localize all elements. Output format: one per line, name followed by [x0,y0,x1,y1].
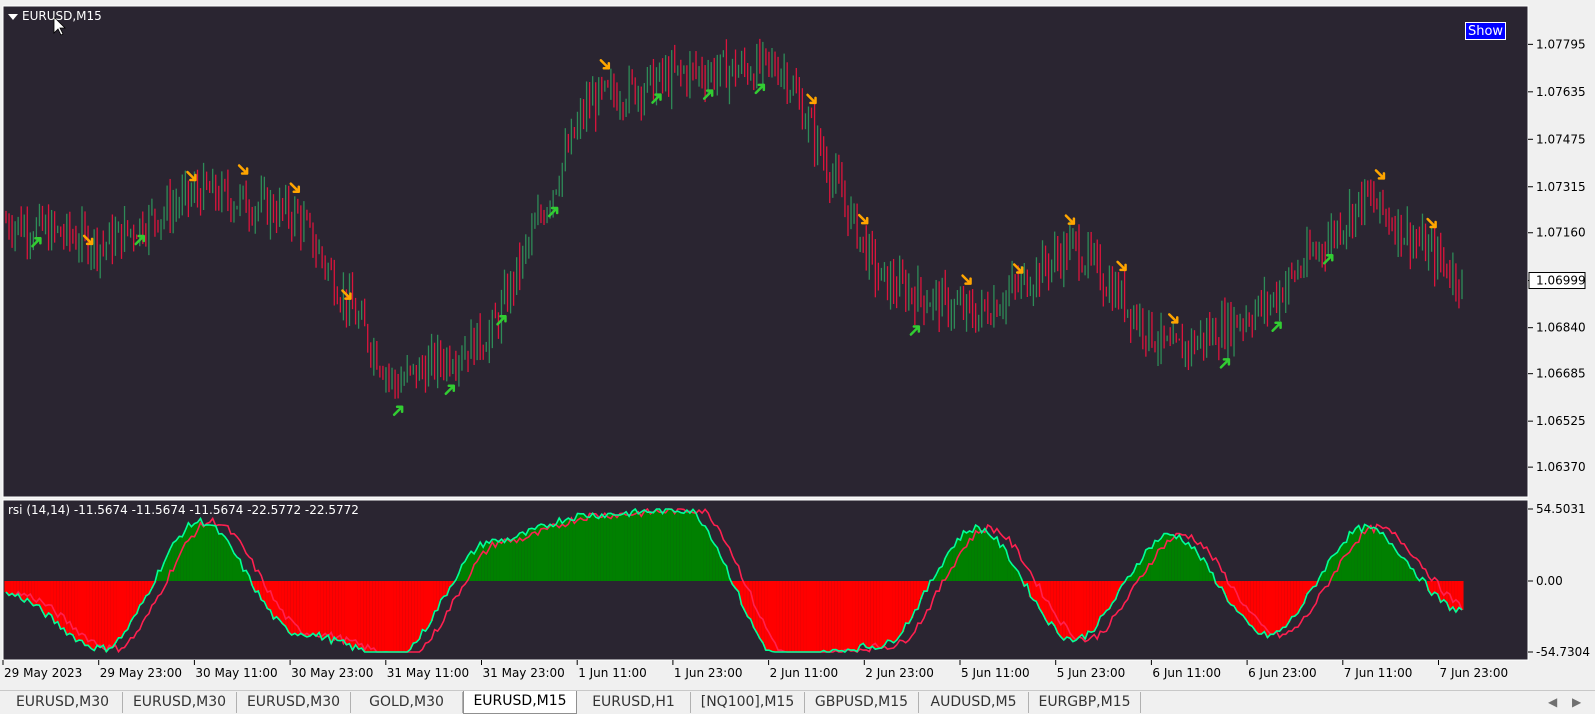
chart-tab[interactable]: EURUSD,M30 [3,692,123,713]
chart-tab-bar: EURUSD,M30 EURUSD,M30 EURUSD,M30 GOLD,M30 EU… [0,690,1595,714]
price-tick-label: 1.07795 [1536,37,1586,51]
chart-tab[interactable]: GBPUSD,M15 [805,692,919,713]
price-tick-label: 1.06525 [1536,414,1586,428]
time-axis: 29 May 2023 29 May 23:00 30 May 11:00 30 Ma… [2,660,1509,680]
price-tick-label: 1.06840 [1536,321,1586,335]
price-axis: 1.07795 1.07635 1.07475 1.07315 1.07160 1.069… [1528,37,1586,474]
price-tick-label: 1.07475 [1536,132,1586,146]
rsi-axis: 54.5031 0.00 -54.7304 [1528,502,1590,659]
show-button[interactable]: Show [1465,22,1506,40]
chart-canvas[interactable]: 1.07795 1.07635 1.07475 1.07315 1.07160 1.069… [0,0,1595,690]
price-tick-label: 1.06999 [1536,274,1586,288]
time-tick-label: 5 Jun 11:00 [961,666,1030,680]
time-tick-label: 1 Jun 11:00 [578,666,647,680]
price-panel[interactable] [2,5,1529,498]
price-tick-label: 1.06685 [1536,367,1586,381]
symbol-title[interactable]: EURUSD,M15 [8,9,102,23]
chart-tab[interactable]: GOLD,M30 [351,692,463,713]
rsi-tick-label: 54.5031 [1536,502,1586,516]
chart-window[interactable]: 1.07795 1.07635 1.07475 1.07315 1.07160 1.069… [0,0,1595,690]
scroll-left-icon[interactable]: ◀ [1548,695,1557,709]
time-tick-label: 5 Jun 23:00 [1057,666,1126,680]
dropdown-triangle-icon[interactable] [8,13,18,20]
rsi-tick-label: 0.00 [1536,574,1563,588]
time-tick-label: 7 Jun 23:00 [1440,666,1509,680]
price-tick-label: 1.07160 [1536,226,1586,240]
chart-tab[interactable]: EURUSD,M30 [123,692,237,713]
chart-tab[interactable]: AUDUSD,M5 [919,692,1029,713]
time-tick-label: 29 May 2023 [4,666,82,680]
time-tick-label: 6 Jun 11:00 [1152,666,1221,680]
chart-tab[interactable]: [NQ100],M15 [691,692,805,713]
scroll-right-icon[interactable]: ▶ [1572,695,1581,709]
time-tick-label: 1 Jun 23:00 [674,666,743,680]
time-tick-label: 2 Jun 23:00 [865,666,934,680]
time-tick-label: 30 May 23:00 [291,666,373,680]
time-tick-label: 31 May 23:00 [483,666,565,680]
chart-tab[interactable]: EURUSD,M30 [237,692,351,713]
chart-tab[interactable]: EURUSD,H1 [577,692,691,713]
rsi-label: rsi (14,14) -11.5674 -11.5674 -11.5674 -… [8,503,359,517]
symbol-title-text: EURUSD,M15 [22,9,102,23]
price-tick-label: 1.07635 [1536,85,1586,99]
time-tick-label: 7 Jun 11:00 [1344,666,1413,680]
time-tick-label: 2 Jun 11:00 [770,666,839,680]
time-tick-label: 31 May 11:00 [387,666,469,680]
chart-tab[interactable]: EURGBP,M15 [1029,692,1141,713]
price-tick-label: 1.06370 [1536,460,1586,474]
time-tick-label: 30 May 11:00 [195,666,277,680]
time-tick-label: 29 May 23:00 [100,666,182,680]
time-tick-label: 6 Jun 23:00 [1248,666,1317,680]
chart-tab[interactable]: EURUSD,M15 [463,691,577,714]
price-tick-label: 1.07315 [1536,180,1586,194]
rsi-tick-label: -54.7304 [1536,645,1590,659]
